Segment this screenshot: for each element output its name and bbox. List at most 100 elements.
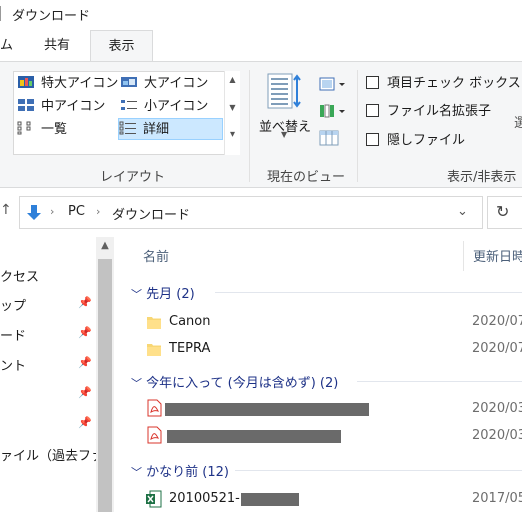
layout-item-label: 小アイコン [144,99,209,114]
checkbox[interactable] [366,76,379,89]
tab-view[interactable]: 表示 [90,30,153,62]
up-arrow-icon[interactable]: ↑ [0,202,12,218]
gallery-more-icon[interactable]: ▾ [225,129,240,140]
size-columns-icon[interactable] [319,128,341,148]
pdf-file-icon [147,426,162,444]
file-date: 2020/03 [472,401,522,416]
layout-medium-icons[interactable]: 中アイコン [17,96,119,118]
breadcrumb-chevron-icon[interactable]: › [50,205,54,218]
breadcrumb-pc[interactable]: PC [68,204,85,219]
redacted-filename [165,403,369,416]
redacted-filename [241,493,299,506]
group-divider-line [215,292,522,293]
sort-dropdown-icon: ▼ [281,130,288,139]
layout-small-icons[interactable]: 小アイコン [120,96,226,118]
download-arrow-icon [26,204,42,222]
show-hide-group-label: 表示/非表示 [447,170,517,185]
layout-item-label: 詳細 [143,122,170,137]
folder-icon [147,344,161,356]
ribbon-tabs: ム 共有 表示 [0,30,522,62]
chevron-down-icon: ﹀ [131,466,142,479]
pin-icon[interactable]: 📌 [78,416,92,429]
details-view-icon [119,121,137,135]
checkbox-label: 隠しファイル [387,133,466,148]
pin-icon[interactable]: 📌 [78,296,92,309]
scroll-up-icon[interactable]: ▲ [225,75,240,84]
layout-extra-large-icons[interactable]: 特大アイコン [17,73,119,95]
nav-item-desktop[interactable]: ップ [0,295,26,314]
checkbox[interactable] [366,133,379,146]
nav-item-old-files[interactable]: ァイル（過去ファ [0,445,104,464]
group-divider-line [357,381,522,382]
group-header-this-year[interactable]: ﹀ 今年に入って (今月は含めず) (2) [131,372,338,391]
layout-group-label: レイアウト [100,170,166,185]
item-checkboxes-toggle[interactable]: 項目チェック ボックス [366,74,521,94]
file-list: 名前 更新日時 ﹀ 先月 (2) Canon 2020/07 TEPRA 202… [117,237,522,512]
pin-icon[interactable]: 📌 [78,326,92,339]
refresh-button[interactable]: ↻ [487,196,522,229]
nav-item-downloads[interactable]: ード [0,325,26,344]
title-separator [0,6,1,21]
file-extensions-toggle[interactable]: ファイル名拡張子 [366,102,491,122]
group-title: 今年に入って (今月は含めず) (2) [146,376,339,391]
address-bar[interactable]: › PC › ダウンロード ⌄ [19,196,483,229]
checkbox-label: ファイル名拡張子 [387,104,492,119]
file-date: 2020/07 [472,314,522,329]
nav-item-documents[interactable]: ント [0,355,26,374]
pdf-file-icon [147,399,162,417]
group-title: 先月 (2) [146,287,195,302]
file-row[interactable]: 2020/03 [117,397,522,423]
hide-selected-partial[interactable]: 選 [514,112,522,131]
scrollbar-thumb[interactable] [98,259,112,512]
group-title: かなり前 (12) [146,465,229,480]
layout-item-label: 一覧 [41,122,68,137]
file-name: Canon [169,314,211,329]
checkbox[interactable] [366,104,379,117]
column-divider[interactable] [463,241,464,271]
file-row[interactable]: TEPRA 2020/07 [117,337,522,363]
group-header-long-ago[interactable]: ﹀ かなり前 (12) [131,461,229,480]
small-icons-icon [120,98,138,112]
file-row[interactable]: Canon 2020/07 [117,310,522,336]
file-date: 2020/07 [472,341,522,356]
layout-item-label: 中アイコン [41,99,106,114]
column-header-modified[interactable]: 更新日時 [473,246,522,265]
hidden-items-toggle[interactable]: 隠しファイル [366,131,465,151]
title-bar: ダウンロード [0,0,522,30]
chevron-down-icon: ﹀ [131,288,142,301]
nav-item-quick-access[interactable]: クセス [0,266,39,285]
add-columns-icon[interactable] [319,102,349,122]
scroll-down-icon[interactable]: ▼ [225,103,240,112]
column-header-name[interactable]: 名前 [143,246,169,265]
group-header-last-month[interactable]: ﹀ 先月 (2) [131,283,195,302]
file-row[interactable]: 2020/03 [117,424,522,450]
breadcrumb-chevron-icon[interactable]: › [96,205,100,218]
excel-file-icon [146,490,162,508]
tab-share[interactable]: 共有 [32,30,82,61]
layout-large-icons[interactable]: 大アイコン [120,73,226,95]
layout-gallery-scroll[interactable]: ▲ ▼ ▾ [224,71,240,155]
group-divider-line [235,470,522,471]
sort-by-icon[interactable] [266,72,302,112]
extra-large-icons-icon [17,75,35,89]
pin-icon[interactable]: 📌 [78,356,92,369]
address-history-chevron-icon[interactable]: ⌄ [457,204,468,219]
layout-item-label: 特大アイコン [41,76,119,91]
navigation-pane: クセス ップ 📌 ード 📌 ント 📌 📌 📌 ァイル（過去ファ ▲ [0,237,117,512]
breadcrumb-downloads[interactable]: ダウンロード [112,204,190,223]
scroll-up-icon[interactable]: ▲ [96,240,114,251]
file-date: 2017/05 [472,491,522,506]
address-row: ↑ › PC › ダウンロード ⌄ ↻ [0,189,522,235]
refresh-icon: ↻ [496,202,510,221]
list-view-icon [17,121,35,135]
layout-list[interactable]: 一覧 [17,119,119,141]
layout-item-label: 大アイコン [144,76,209,91]
nav-scrollbar[interactable]: ▲ [96,237,114,512]
tab-home[interactable]: ム [0,30,13,61]
group-divider [249,70,250,182]
large-icons-icon [120,75,138,89]
file-row[interactable]: 20100521- 2017/05 [117,487,522,512]
group-by-icon[interactable] [319,75,349,95]
layout-details[interactable]: 詳細 [118,118,223,140]
pin-icon[interactable]: 📌 [78,386,92,399]
